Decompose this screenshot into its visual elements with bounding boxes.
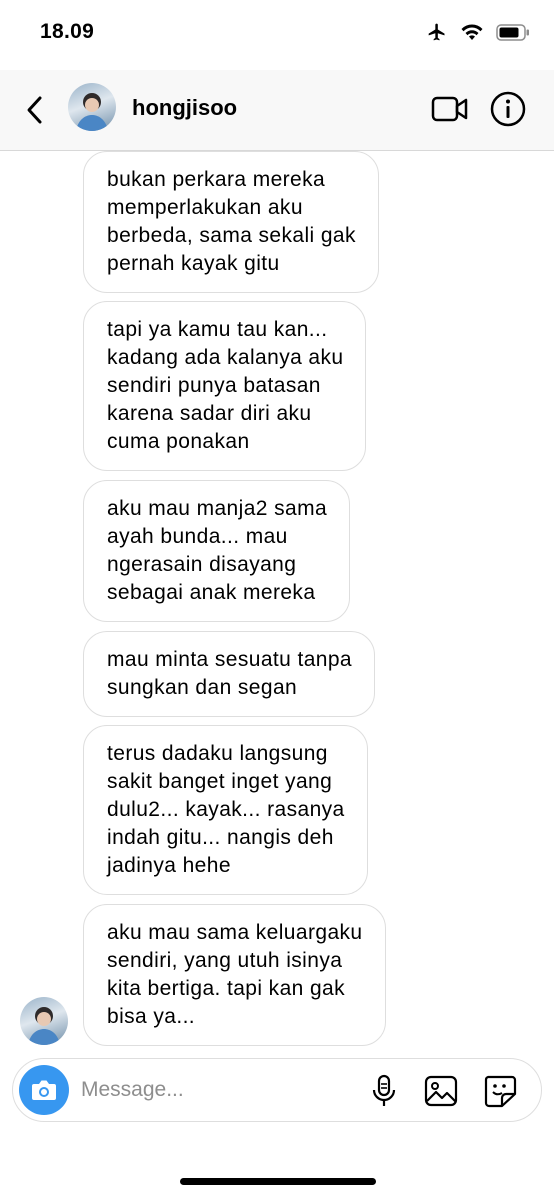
camera-button[interactable] (19, 1065, 69, 1115)
message-input[interactable]: Message... (81, 1078, 184, 1102)
wifi-icon (461, 24, 483, 40)
info-icon[interactable] (489, 90, 527, 128)
chat-header: hongjisoo (0, 70, 554, 151)
message-composer: Message... (12, 1058, 542, 1122)
microphone-icon[interactable] (366, 1073, 402, 1109)
message-bubble[interactable]: mau minta sesuatu tanpa sungkan dan sega… (83, 631, 376, 717)
message-bubble[interactable]: bukan perkara mereka memperlakukan aku b… (83, 151, 379, 293)
message-bubble[interactable]: tapi ya kamu tau kan... kadang ada kalan… (83, 301, 367, 471)
status-bar: 18.09 (0, 0, 554, 70)
camera-icon (32, 1080, 56, 1100)
image-gallery-icon[interactable] (423, 1073, 459, 1109)
chevron-left-icon[interactable] (20, 92, 50, 128)
message-bubble[interactable]: terus dadaku langsung sakit banget inget… (83, 725, 368, 895)
status-time: 18.09 (40, 20, 95, 43)
chat-username[interactable]: hongjisoo (132, 95, 237, 121)
sticker-icon[interactable] (482, 1073, 518, 1109)
avatar[interactable] (68, 83, 116, 131)
status-icons (426, 22, 530, 42)
message-bubble[interactable]: aku mau sama keluargaku sendiri, yang ut… (83, 904, 386, 1046)
message-thread[interactable]: bukan perkara mereka memperlakukan aku b… (0, 151, 554, 1051)
message-bubble[interactable]: aku mau manja2 sama ayah bunda... mau ng… (83, 480, 351, 622)
battery-icon (496, 23, 529, 41)
home-indicator (180, 1178, 376, 1185)
airplane-icon (428, 23, 445, 41)
sender-avatar[interactable] (20, 997, 68, 1045)
video-camera-icon[interactable] (431, 92, 469, 126)
